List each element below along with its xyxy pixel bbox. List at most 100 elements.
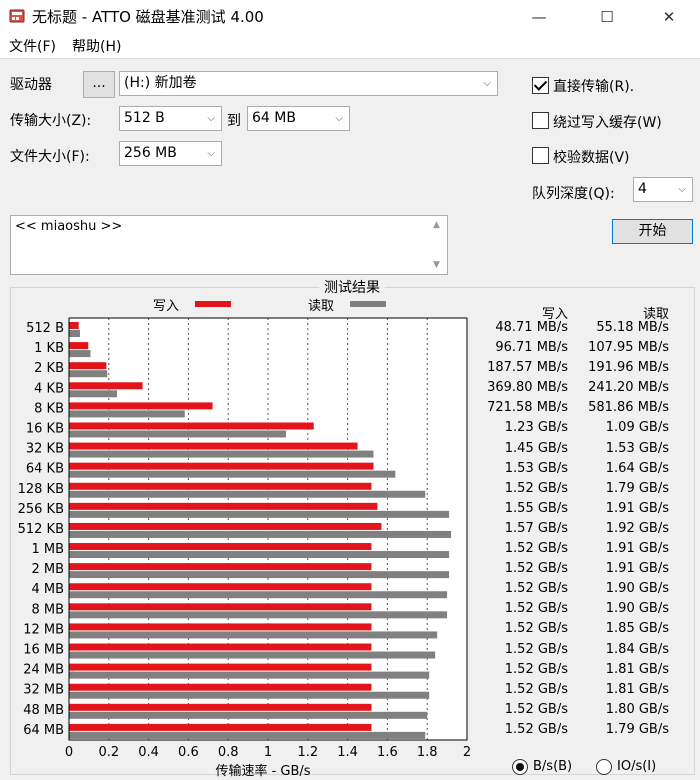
legend-write-swatch (195, 301, 231, 307)
write-bar (69, 583, 372, 591)
read-bar (69, 510, 450, 518)
write-bar (69, 643, 372, 651)
read-result-value: 1.91 GB/s (605, 541, 669, 557)
write-result-value: 1.52 GB/s (504, 661, 568, 677)
y-category-label: 8 MB (31, 602, 64, 617)
write-bar (69, 362, 107, 370)
read-result-value: 107.95 MB/s (588, 340, 669, 356)
y-category-label: 512 B (26, 321, 64, 336)
y-category-label: 32 MB (23, 683, 64, 698)
read-result-value: 191.96 MB/s (588, 360, 669, 376)
y-category-label: 2 KB (34, 361, 64, 376)
read-result-value: 1.91 GB/s (605, 561, 669, 577)
y-category-label: 4 MB (31, 582, 64, 597)
x-tick-label: 1.4 (337, 745, 358, 760)
read-bar (69, 731, 426, 739)
read-result-value: 581.86 MB/s (588, 400, 669, 416)
x-tick-label: 0.8 (218, 745, 239, 760)
read-result-value: 1.81 GB/s (605, 661, 669, 677)
write-bar (69, 723, 372, 731)
read-bar (69, 571, 450, 579)
x-tick-label: 0.4 (138, 745, 159, 760)
x-tick-label: 1.6 (377, 745, 398, 760)
read-result-value: 1.09 GB/s (605, 420, 669, 436)
read-result-value: 1.85 GB/s (605, 621, 669, 637)
write-bar (69, 703, 372, 711)
read-result-value: 1.84 GB/s (605, 641, 669, 657)
write-result-value: 369.80 MB/s (487, 380, 568, 396)
write-result-value: 1.55 GB/s (504, 500, 568, 516)
write-result-value: 1.45 GB/s (504, 440, 568, 456)
x-tick-label: 2 (463, 745, 471, 760)
read-bar (69, 330, 80, 337)
write-result-value: 721.58 MB/s (487, 400, 568, 416)
y-category-label: 1 MB (31, 542, 64, 557)
read-bar (69, 410, 185, 418)
write-bar (69, 623, 372, 631)
y-category-label: 512 KB (18, 522, 64, 537)
write-result-value: 1.52 GB/s (504, 561, 568, 577)
read-bar (69, 430, 286, 438)
read-bar (69, 530, 452, 538)
read-bar (69, 350, 91, 358)
read-result-value: 1.91 GB/s (605, 500, 669, 516)
unit-io-label: IO/s(I) (617, 759, 657, 774)
read-bar (69, 551, 450, 559)
legend-write-label: 写入 (153, 299, 179, 314)
x-tick-label: 0.2 (98, 745, 119, 760)
write-result-value: 1.52 GB/s (504, 581, 568, 597)
x-tick-label: 0 (65, 745, 73, 760)
read-result-value: 241.20 MB/s (588, 380, 669, 396)
write-bar (69, 563, 372, 571)
write-result-value: 1.57 GB/s (504, 520, 568, 536)
read-bar (69, 370, 108, 378)
read-bar (69, 671, 430, 679)
write-bar (69, 422, 314, 430)
write-result-value: 1.52 GB/s (504, 541, 568, 557)
write-result-value: 1.53 GB/s (504, 460, 568, 476)
write-bar (69, 683, 372, 691)
write-result-value: 1.52 GB/s (504, 681, 568, 697)
write-bar (69, 482, 372, 490)
read-bar (69, 611, 448, 619)
y-category-label: 16 KB (26, 421, 64, 436)
write-bar (69, 603, 372, 611)
y-category-label: 2 MB (31, 562, 64, 577)
read-bar (69, 470, 396, 478)
x-tick-label: 1 (264, 745, 272, 760)
write-bar (69, 442, 358, 450)
unit-bytes-radio[interactable] (512, 759, 528, 775)
read-bar (69, 591, 448, 599)
write-result-value: 1.23 GB/s (504, 420, 568, 436)
read-result-value: 1.92 GB/s (605, 520, 669, 536)
read-result-value: 1.90 GB/s (605, 601, 669, 617)
x-tick-label: 0.6 (178, 745, 199, 760)
read-result-value: 1.80 GB/s (605, 701, 669, 717)
write-bar (69, 382, 143, 390)
write-result-value: 1.52 GB/s (504, 601, 568, 617)
y-category-label: 48 MB (23, 703, 64, 718)
y-category-label: 12 MB (23, 622, 64, 637)
y-category-label: 32 KB (26, 442, 64, 457)
write-result-value: 1.52 GB/s (504, 721, 568, 737)
x-tick-label: 1.8 (417, 745, 438, 760)
legend-read-swatch (350, 301, 386, 307)
legend-read-label: 读取 (308, 299, 334, 314)
write-bar (69, 322, 79, 329)
y-category-label: 128 KB (18, 482, 64, 497)
read-bar (69, 450, 374, 458)
write-result-value: 1.52 GB/s (504, 480, 568, 496)
read-result-value: 1.81 GB/s (605, 681, 669, 697)
write-result-value: 48.71 MB/s (495, 320, 568, 335)
read-result-value: 55.18 MB/s (596, 320, 669, 335)
y-category-label: 24 MB (23, 663, 64, 678)
read-result-value: 1.90 GB/s (605, 581, 669, 597)
read-result-value: 1.53 GB/s (605, 440, 669, 456)
read-bar (69, 711, 428, 719)
y-category-label: 256 KB (18, 502, 64, 517)
write-result-value: 1.52 GB/s (504, 621, 568, 637)
read-result-value: 1.64 GB/s (605, 460, 669, 476)
unit-io-radio[interactable] (596, 759, 612, 775)
write-bar (69, 462, 374, 470)
y-category-label: 16 MB (23, 643, 64, 658)
